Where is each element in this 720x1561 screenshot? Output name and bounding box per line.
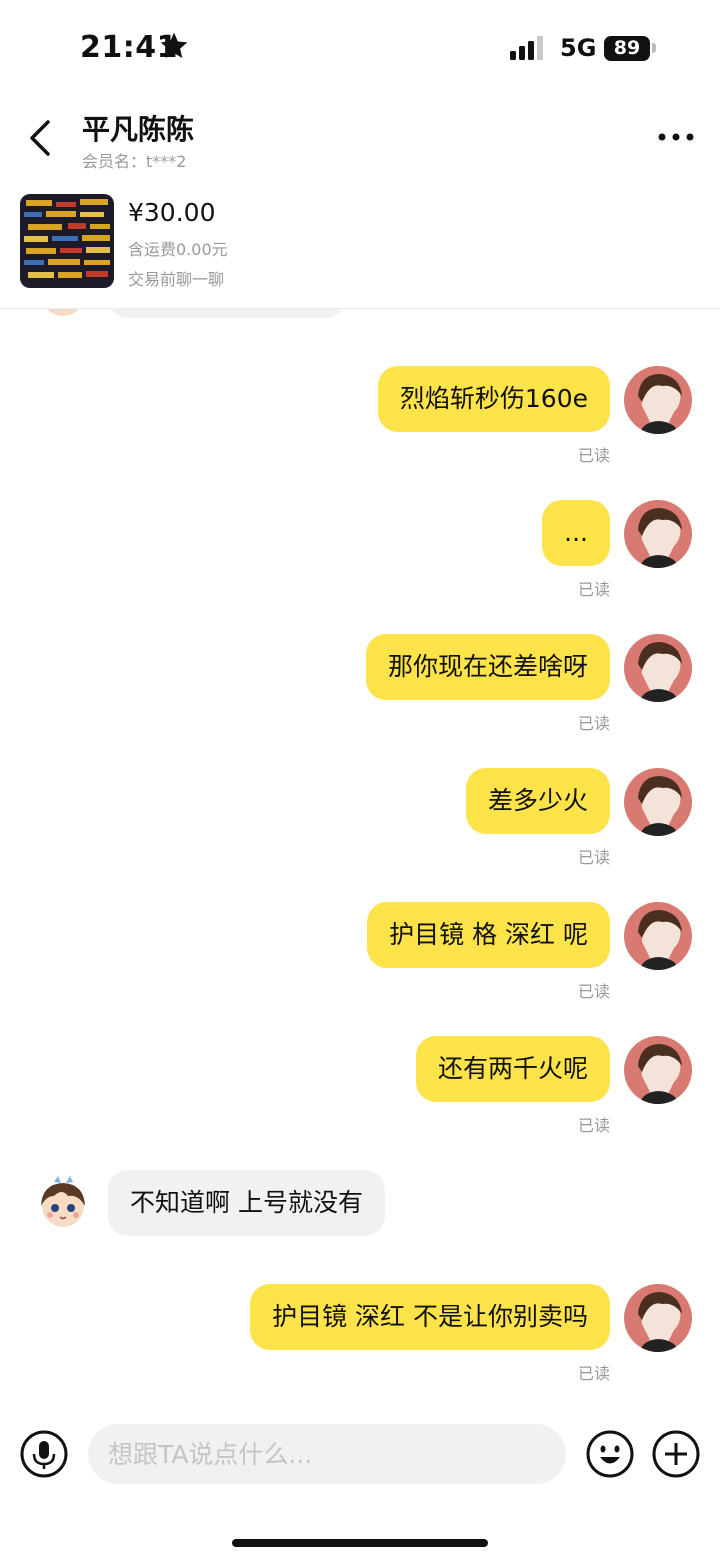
message-bubble-sent[interactable]: 还有两千火呢 — [415, 1036, 610, 1102]
signal-icon — [510, 36, 543, 60]
contact-avatar[interactable] — [34, 1174, 92, 1232]
battery-indicator: 89 — [604, 36, 650, 61]
my-avatar[interactable] — [624, 768, 692, 836]
network-label: 5G — [560, 34, 597, 62]
shipping-fee: 含运费0.00元 — [128, 240, 228, 259]
chat-header: 平凡陈陈 会员名：t***2 — [0, 100, 720, 180]
message-bubble-sent[interactable]: 护目镜 深红 不是让你别卖吗 — [250, 1284, 610, 1350]
read-receipt: 已读 — [577, 446, 610, 465]
message-bubble-sent[interactable]: 护目镜 格 深红 呢 — [367, 902, 610, 968]
message-bubble-sent[interactable]: 烈焰斩秒伤160e — [377, 366, 610, 432]
message-list[interactable]: 烈焰斩秒伤160e 已读 ... 已读 那你现在还差啥呀 已读 差多少火 已读 … — [0, 308, 720, 1408]
message-bubble-sent[interactable]: 那你现在还差啥呀 — [365, 634, 610, 700]
message-bubble-received[interactable]: 不知道啊 上号就没有 — [108, 1170, 385, 1236]
chat-hint: 交易前聊一聊 — [128, 270, 225, 289]
star-icon — [160, 32, 188, 58]
read-receipt: 已读 — [577, 1364, 610, 1383]
more-icon[interactable] — [654, 122, 698, 152]
previous-message-bubble — [108, 308, 346, 318]
my-avatar[interactable] — [624, 366, 692, 434]
plus-icon[interactable] — [652, 1430, 700, 1478]
read-receipt: 已读 — [577, 580, 610, 599]
contact-avatar-partial — [46, 308, 80, 316]
my-avatar[interactable] — [624, 634, 692, 702]
my-avatar[interactable] — [624, 1284, 692, 1352]
read-receipt: 已读 — [577, 982, 610, 1001]
read-receipt: 已读 — [577, 848, 610, 867]
emoji-icon[interactable] — [586, 1430, 634, 1478]
message-input[interactable] — [88, 1424, 566, 1484]
read-receipt: 已读 — [577, 1116, 610, 1135]
input-bar — [0, 1410, 720, 1500]
my-avatar[interactable] — [624, 902, 692, 970]
mic-icon[interactable] — [20, 1430, 68, 1478]
member-id: 会员名：t***2 — [82, 152, 187, 171]
back-arrow-icon[interactable] — [24, 116, 58, 160]
my-avatar[interactable] — [624, 500, 692, 568]
battery-nub — [652, 43, 656, 53]
status-bar: 21:41 5G 89 — [0, 0, 720, 100]
message-bubble-sent[interactable]: 差多少火 — [465, 768, 610, 834]
my-avatar[interactable] — [624, 1036, 692, 1104]
product-thumbnail[interactable] — [20, 194, 114, 288]
contact-name: 平凡陈陈 — [82, 113, 195, 146]
read-receipt: 已读 — [577, 714, 610, 733]
message-bubble-sent[interactable]: ... — [542, 500, 610, 566]
product-price: ¥30.00 — [128, 198, 216, 227]
product-card[interactable]: ¥30.00 含运费0.00元 交易前聊一聊 — [0, 180, 720, 309]
home-indicator[interactable] — [232, 1539, 488, 1547]
